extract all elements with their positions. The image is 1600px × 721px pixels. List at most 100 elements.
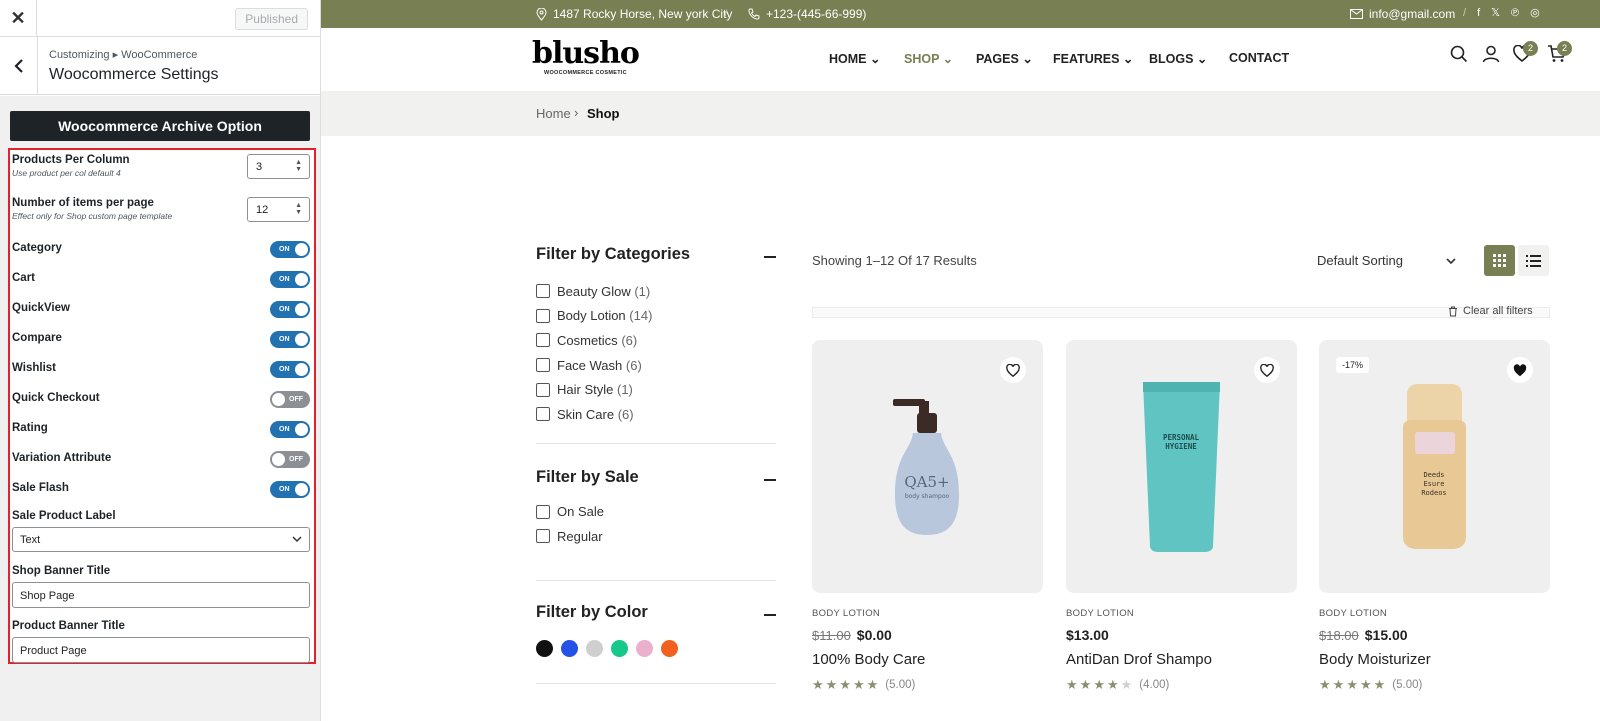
filter-color-heading[interactable]: Filter by Color — [536, 603, 776, 627]
checkbox[interactable] — [536, 407, 550, 422]
menu-item-contact[interactable]: CONTACT — [1229, 51, 1289, 65]
sale-filter-item[interactable]: Regular — [536, 524, 776, 549]
toggle-setting: Compare ON — [12, 331, 310, 348]
minus-icon[interactable] — [764, 613, 776, 616]
checkbox[interactable] — [536, 333, 550, 348]
jar-text-2: Esure — [1423, 480, 1444, 488]
toggle-switch[interactable]: ON — [270, 331, 310, 348]
product-image[interactable]: PERSONAL HYGIENE — [1066, 340, 1297, 593]
divider: / — [1463, 6, 1467, 19]
current-price: $13.00 — [1066, 627, 1109, 643]
sorting-value: Default Sorting — [1317, 253, 1403, 268]
products-per-column-input[interactable]: 3 ▲ ▼ — [247, 154, 310, 179]
clear-filters-button[interactable]: Clear all filters — [1448, 305, 1533, 317]
bottle-sub-text: body shampoo — [905, 493, 950, 500]
minus-icon[interactable] — [764, 256, 776, 258]
product-image[interactable]: -17% Deeds Esure Rodeos — [1319, 340, 1550, 593]
product-name[interactable]: Body Moisturizer — [1319, 651, 1550, 668]
search-icon[interactable] — [1450, 45, 1468, 63]
cart-count-badge: 2 — [1557, 41, 1572, 56]
category-filter-item[interactable]: Face Wash (6) — [536, 353, 776, 378]
grid-view-button[interactable] — [1484, 245, 1515, 276]
product-image[interactable]: QA5+ body shampoo — [812, 340, 1043, 593]
user-icon[interactable] — [1482, 45, 1500, 63]
checkbox[interactable] — [536, 358, 550, 373]
pinterest-icon[interactable]: ℗ — [1511, 7, 1519, 19]
items-per-page-input[interactable]: 12 ▲ ▼ — [247, 197, 310, 222]
color-swatch[interactable] — [611, 639, 628, 657]
menu-item-blogs[interactable]: BLOGS ⌄ — [1149, 51, 1207, 66]
menu-item-features[interactable]: FEATURES ⌄ — [1053, 51, 1133, 66]
category-filter-item[interactable]: Hair Style (1) — [536, 377, 776, 402]
phone-info[interactable]: +123-(445-66-999) — [748, 7, 866, 21]
filter-sidebar: Filter by Categories Beauty Glow (1) Body… — [536, 245, 776, 684]
filter-sale-heading[interactable]: Filter by Sale — [536, 468, 776, 492]
category-filter-item[interactable]: Body Lotion (14) — [536, 304, 776, 329]
shop-banner-input[interactable]: Shop Page — [12, 582, 310, 608]
cart-button[interactable]: 2 — [1547, 41, 1572, 63]
spinner-icon[interactable]: ▲ ▼ — [295, 159, 302, 173]
toggle-switch[interactable]: OFF — [270, 391, 310, 408]
product-name[interactable]: AntiDan Drof Shampo — [1066, 651, 1297, 668]
email-info[interactable]: info@gmail.com — [1350, 7, 1455, 21]
product-name[interactable]: 100% Body Care — [812, 651, 1043, 668]
site-logo[interactable]: blusho WOOCOMMERCE COSMETIC — [532, 39, 640, 77]
toggle-switch[interactable]: ON — [270, 301, 310, 318]
color-swatch[interactable] — [661, 639, 678, 657]
product-banner-input[interactable]: Product Page — [12, 637, 310, 663]
product-card[interactable]: PERSONAL HYGIENE BODY LOTION $13.00 Anti… — [1066, 340, 1297, 693]
publish-button[interactable]: Published — [235, 8, 308, 30]
list-view-button[interactable] — [1518, 245, 1549, 276]
minus-icon[interactable] — [764, 478, 776, 481]
category-filter-item[interactable]: Skin Care (6) — [536, 402, 776, 427]
product-card[interactable]: QA5+ body shampoo BODY LOTION $11.00 $0.0… — [812, 340, 1043, 693]
checkbox[interactable] — [536, 284, 550, 299]
checkbox[interactable] — [536, 504, 550, 519]
wishlist-heart-button[interactable] — [1254, 357, 1280, 383]
breadcrumb-home[interactable]: Home — [536, 106, 571, 121]
product-card[interactable]: -17% Deeds Esure Rodeos BODY LOTION $18.… — [1319, 340, 1550, 693]
product-rating: ★ ★ ★ ★ ★ (5.00) — [1319, 677, 1550, 693]
select-value: Text — [20, 534, 41, 546]
toggle-switch[interactable]: ON — [270, 361, 310, 378]
archive-settings-box: Products Per Column Use product per col … — [8, 148, 316, 664]
toggle-switch[interactable]: ON — [270, 241, 310, 258]
toggle-state: ON — [279, 336, 290, 343]
category-filter-item[interactable]: Cosmetics (6) — [536, 328, 776, 353]
sorting-select[interactable]: Default Sorting — [1317, 253, 1457, 268]
toggle-setting: Variation Attribute OFF — [12, 451, 310, 468]
tube-text-2: HYGIENE — [1165, 442, 1197, 451]
color-swatch[interactable] — [586, 639, 603, 657]
back-button[interactable] — [0, 37, 38, 95]
checkbox[interactable] — [536, 308, 550, 323]
product-bottle-image: QA5+ body shampoo — [893, 399, 959, 535]
close-button[interactable]: ✕ — [0, 0, 37, 36]
address-info: 1487 Rocky Horse, New york City — [536, 7, 732, 21]
color-swatch[interactable] — [561, 639, 578, 657]
sale-label-select[interactable]: Text — [12, 527, 310, 552]
toggle-switch[interactable]: ON — [270, 481, 310, 498]
category-filter-item[interactable]: Beauty Glow (1) — [536, 279, 776, 304]
facebook-icon[interactable]: f — [1477, 7, 1480, 19]
category-count: (6) — [617, 406, 634, 422]
checkbox[interactable] — [536, 382, 550, 397]
menu-item-home[interactable]: HOME ⌄ — [829, 51, 880, 66]
menu-item-shop[interactable]: SHOP ⌄ — [904, 51, 953, 66]
checkbox[interactable] — [536, 529, 550, 544]
toggle-switch[interactable]: ON — [270, 421, 310, 438]
trash-icon — [1449, 306, 1457, 316]
color-swatch[interactable] — [536, 639, 553, 657]
spinner-icon[interactable]: ▲ ▼ — [295, 202, 302, 216]
wishlist-heart-button[interactable] — [1000, 357, 1026, 383]
x-icon[interactable]: 𝕏 — [1491, 6, 1500, 19]
wishlist-button[interactable]: 2 — [1513, 41, 1538, 63]
toggle-setting: Quick Checkout OFF — [12, 391, 310, 408]
menu-item-pages[interactable]: PAGES ⌄ — [976, 51, 1033, 66]
color-swatch[interactable] — [636, 639, 653, 657]
instagram-icon[interactable]: ◎ — [1530, 6, 1540, 19]
toggle-switch[interactable]: OFF — [270, 451, 310, 468]
filter-categories-heading[interactable]: Filter by Categories — [536, 245, 776, 269]
sale-filter-item[interactable]: On Sale — [536, 500, 776, 525]
toggle-switch[interactable]: ON — [270, 271, 310, 288]
wishlist-heart-button[interactable] — [1507, 357, 1533, 383]
